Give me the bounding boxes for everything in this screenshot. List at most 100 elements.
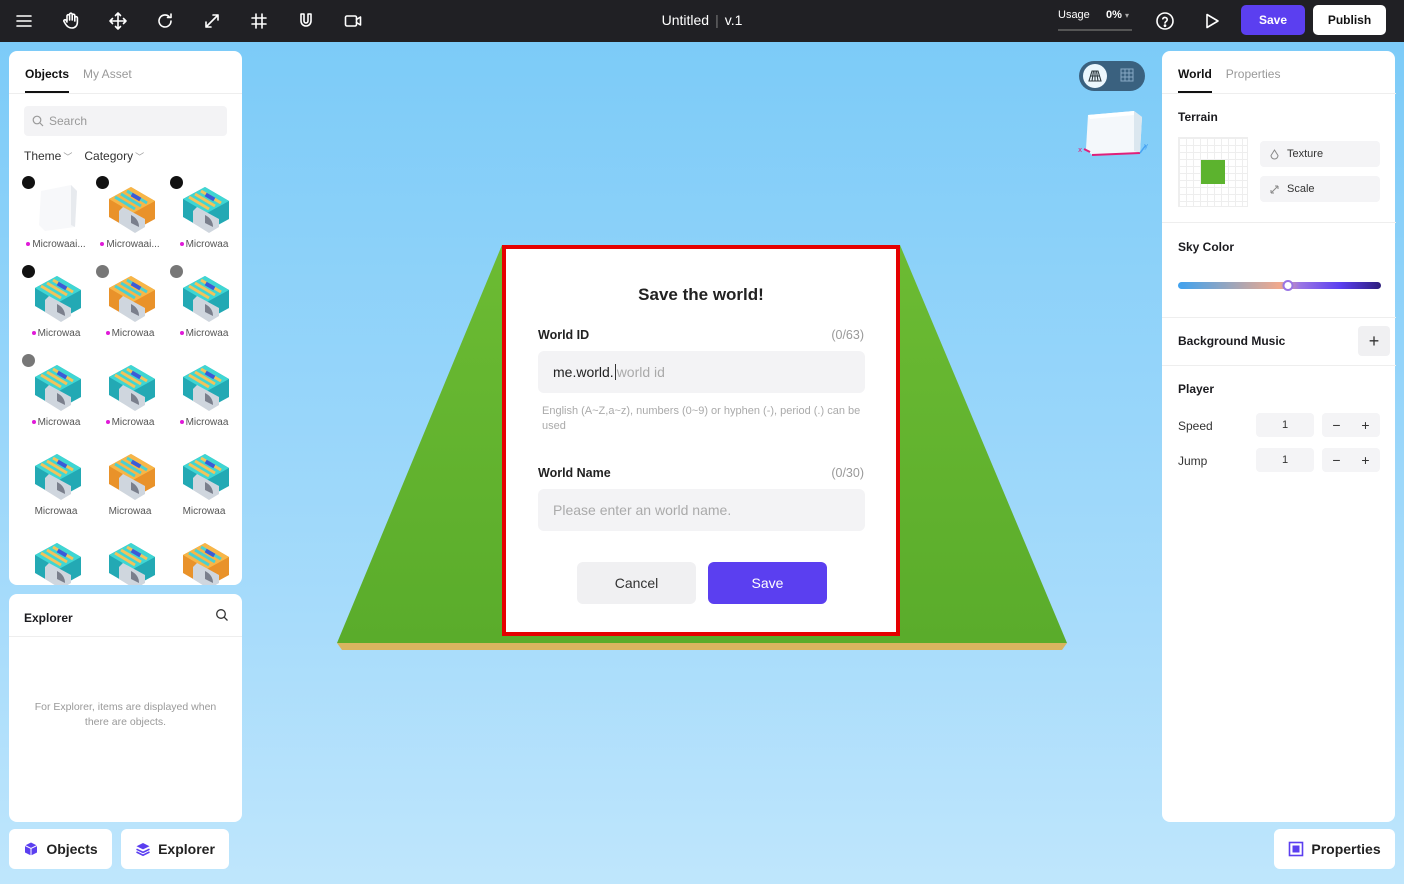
world-id-input[interactable]: me.world. world id <box>538 351 865 393</box>
tab-my-asset[interactable]: My Asset <box>83 67 132 93</box>
plus-icon[interactable]: + <box>1361 452 1369 468</box>
search-input[interactable]: Search <box>24 106 227 136</box>
status-badge <box>170 265 183 278</box>
object-item-label: Microwaa <box>167 417 241 428</box>
world-name-count: (0/30) <box>831 466 864 480</box>
object-item[interactable]: Microwaa <box>93 443 167 532</box>
jump-stepper: − + <box>1322 448 1380 472</box>
object-item-label: Microwaa <box>167 239 241 250</box>
explorer-button[interactable]: Explorer <box>121 829 229 869</box>
object-grid: Microwaai... Microwaai... Microwaa Microwaa… <box>19 176 241 585</box>
scale-label: Scale <box>1287 183 1315 195</box>
play-icon[interactable] <box>1200 9 1224 33</box>
dialog-title: Save the world! <box>638 285 764 304</box>
world-name-label: World Name <box>538 466 611 480</box>
object-item[interactable] <box>93 532 167 585</box>
orientation-gizmo[interactable]: x y <box>1076 105 1150 161</box>
save-button[interactable]: Save <box>708 562 827 604</box>
object-item[interactable]: Microwaa <box>93 354 167 443</box>
help-icon[interactable] <box>1153 9 1177 33</box>
object-item[interactable]: Microwaa <box>19 443 93 532</box>
perspective-view-icon[interactable] <box>1083 64 1107 88</box>
object-thumbnail <box>109 276 155 322</box>
status-badge <box>22 265 35 278</box>
terrain-preview[interactable] <box>1178 137 1248 207</box>
plus-icon[interactable]: + <box>1361 417 1369 433</box>
object-item[interactable]: Microwaa <box>93 265 167 354</box>
objects-button[interactable]: Objects <box>9 829 112 869</box>
document-name[interactable]: Untitled <box>662 12 709 28</box>
plus-icon: + <box>1368 330 1380 351</box>
world-panel: World Properties Terrain Texture Scale S… <box>1162 51 1396 822</box>
jump-label: Jump <box>1178 454 1208 468</box>
top-toolbar: Untitled | v.1 Usage 0% ▾ Save Publish <box>0 0 1404 42</box>
object-item[interactable] <box>19 532 93 585</box>
view-mode-toggle[interactable] <box>1079 61 1145 91</box>
top-save-button[interactable]: Save <box>1241 5 1305 35</box>
search-icon[interactable] <box>215 608 229 622</box>
scale-button[interactable]: Scale <box>1260 176 1380 202</box>
properties-button-label: Properties <box>1311 841 1381 857</box>
status-badge <box>170 176 183 189</box>
category-filter[interactable]: Category ﹀ <box>84 149 144 163</box>
world-name-input[interactable]: Please enter an world name. <box>538 489 865 531</box>
theme-filter[interactable]: Theme ﹀ <box>24 149 72 163</box>
usage-bar <box>1058 29 1132 31</box>
object-item-label: Microwaa <box>34 506 78 517</box>
publish-button[interactable]: Publish <box>1313 5 1386 35</box>
object-thumbnail <box>183 543 229 585</box>
layers-icon <box>136 843 150 857</box>
texture-button[interactable]: Texture <box>1260 141 1380 167</box>
object-item[interactable]: Microwaa <box>167 354 241 443</box>
object-item[interactable]: Microwaa <box>167 265 241 354</box>
object-item-label: Microwaa <box>182 506 226 517</box>
add-music-button[interactable]: + <box>1358 326 1390 356</box>
object-item[interactable] <box>167 532 241 585</box>
object-item-label: Microwaa <box>167 328 241 339</box>
sky-color-slider[interactable] <box>1178 280 1381 291</box>
new-dot-icon <box>179 242 184 247</box>
properties-button[interactable]: Properties <box>1274 829 1395 869</box>
new-dot-icon <box>31 420 36 425</box>
object-thumbnail <box>39 185 77 231</box>
search-placeholder: Search <box>49 114 88 128</box>
usage-meter[interactable]: Usage 0% ▾ <box>1058 8 1134 32</box>
object-item-label: Microwaai... <box>93 239 167 250</box>
save-world-dialog: Save the world! World ID (0/63) me.world… <box>502 245 900 636</box>
object-item[interactable]: Microwaai... <box>19 176 93 265</box>
tab-properties[interactable]: Properties <box>1226 67 1281 93</box>
document-version: v.1 <box>724 12 743 28</box>
grid-view-icon[interactable] <box>1119 67 1135 83</box>
object-thumbnail <box>183 454 229 500</box>
svg-text:x: x <box>1078 146 1082 154</box>
cancel-button[interactable]: Cancel <box>577 562 696 604</box>
object-thumbnail <box>183 187 229 233</box>
search-icon <box>32 115 44 127</box>
minus-icon[interactable]: − <box>1332 417 1340 433</box>
object-thumbnail <box>183 276 229 322</box>
jump-input[interactable]: 1 <box>1256 448 1314 472</box>
object-item[interactable]: Microwaa <box>167 443 241 532</box>
tab-world[interactable]: World <box>1178 67 1212 93</box>
speed-input[interactable]: 1 <box>1256 413 1314 437</box>
object-item[interactable]: Microwaa <box>19 265 93 354</box>
object-item[interactable]: Microwaai... <box>93 176 167 265</box>
usage-label: Usage <box>1058 9 1090 21</box>
drop-icon <box>1270 148 1279 159</box>
object-thumbnail <box>35 365 81 411</box>
object-item[interactable]: Microwaa <box>167 176 241 265</box>
object-thumbnail <box>35 454 81 500</box>
tabs-divider <box>9 93 242 94</box>
world-id-label: World ID <box>538 328 590 342</box>
speed-label: Speed <box>1178 419 1213 433</box>
world-id-hint: English (A~Z,a~z), numbers (0~9) or hyph… <box>542 405 861 432</box>
sky-color-slider-knob[interactable] <box>1282 280 1294 291</box>
object-thumbnail <box>109 454 155 500</box>
section-divider <box>1162 222 1396 223</box>
explorer-button-label: Explorer <box>158 841 215 857</box>
object-item[interactable]: Microwaa <box>19 354 93 443</box>
world-id-count: (0/63) <box>831 328 864 342</box>
minus-icon[interactable]: − <box>1332 452 1340 468</box>
new-dot-icon <box>105 420 110 425</box>
tab-objects[interactable]: Objects <box>25 67 70 93</box>
